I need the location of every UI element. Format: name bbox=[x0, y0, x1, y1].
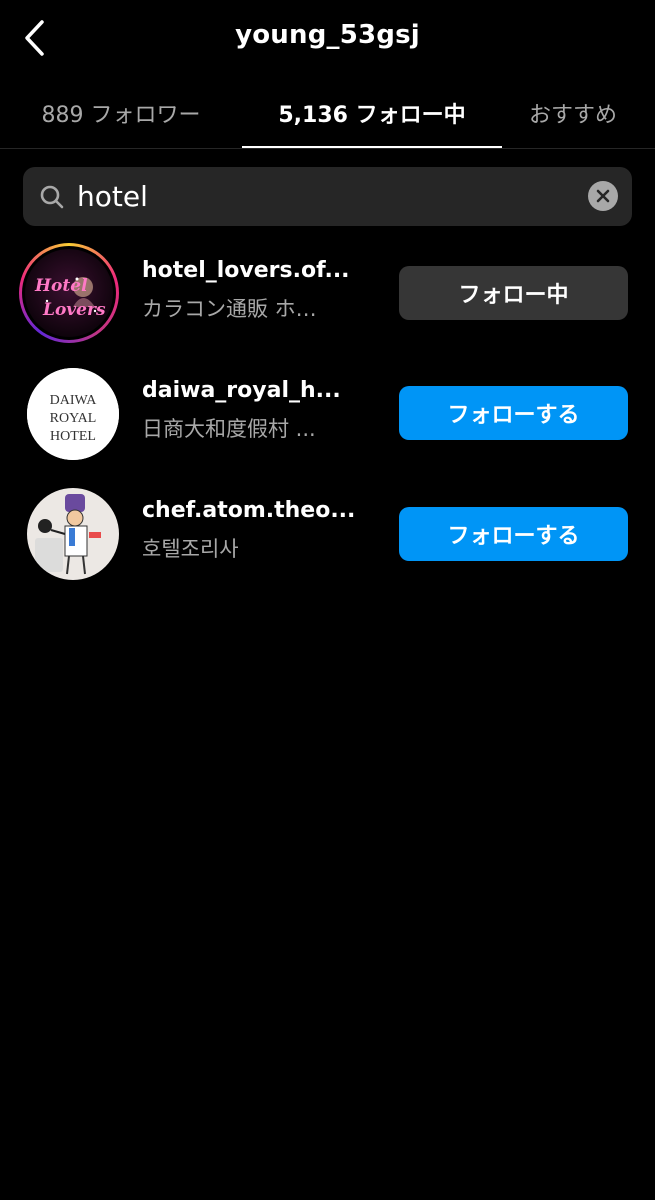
clear-search-button[interactable] bbox=[588, 181, 618, 211]
search-icon bbox=[40, 185, 64, 209]
svg-text:DAIWA: DAIWA bbox=[50, 393, 98, 408]
list-item[interactable]: DAIWA ROYAL HOTEL daiwa_royal_h... 日商大和度… bbox=[0, 353, 655, 473]
follow-button[interactable]: フォローする bbox=[399, 507, 628, 561]
active-tab-indicator bbox=[242, 146, 502, 148]
avatar[interactable] bbox=[27, 488, 119, 580]
clear-icon bbox=[596, 189, 610, 203]
result-subtitle: 日商大和度假村 ... bbox=[142, 417, 316, 441]
daiwa-royal-hotel-logo: DAIWA ROYAL HOTEL bbox=[27, 368, 119, 460]
tab-followers[interactable]: 889 フォロワー bbox=[0, 78, 242, 148]
result-subtitle: 호텔조리사 bbox=[142, 537, 239, 561]
follow-tabs: 889 フォロワー 5,136 フォロー中 おすすめ bbox=[0, 78, 655, 149]
svg-text:Hotel: Hotel bbox=[34, 276, 88, 296]
list-item[interactable]: Hotel Lovers hotel_lovers.of... カラコン通販 ホ… bbox=[0, 233, 655, 353]
result-username[interactable]: chef.atom.theo... bbox=[142, 498, 367, 523]
result-subtitle: カラコン通販 ホ… bbox=[142, 297, 317, 321]
following-button[interactable]: フォロー中 bbox=[399, 266, 628, 320]
list-item[interactable]: chef.atom.theo... 호텔조리사 フォローする bbox=[0, 473, 655, 593]
avatar[interactable]: DAIWA ROYAL HOTEL bbox=[27, 368, 119, 460]
hotel-lovers-logo: Hotel Lovers bbox=[25, 249, 113, 337]
profile-username-title: young_53gsj bbox=[235, 20, 420, 50]
header: young_53gsj bbox=[0, 0, 655, 78]
svg-text:ROYAL: ROYAL bbox=[50, 411, 97, 426]
tab-suggested[interactable]: おすすめ bbox=[502, 78, 655, 148]
svg-text:Lovers: Lovers bbox=[42, 300, 106, 320]
result-username[interactable]: daiwa_royal_h... bbox=[142, 378, 367, 403]
svg-text:HOTEL: HOTEL bbox=[50, 429, 96, 444]
chef-illustration-image bbox=[27, 488, 119, 580]
avatar[interactable]: Hotel Lovers bbox=[25, 249, 113, 337]
tab-following[interactable]: 5,136 フォロー中 bbox=[242, 78, 502, 148]
follow-button[interactable]: フォローする bbox=[399, 386, 628, 440]
search-bar[interactable] bbox=[23, 167, 632, 226]
search-input[interactable] bbox=[77, 167, 577, 226]
result-username[interactable]: hotel_lovers.of... bbox=[142, 258, 367, 283]
